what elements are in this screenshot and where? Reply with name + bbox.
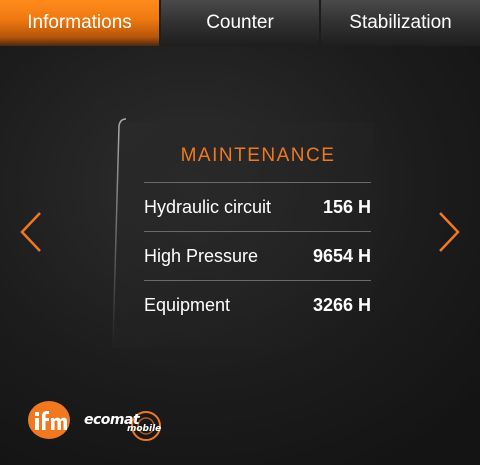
list-item: Hydraulic circuit 156 H — [144, 182, 371, 231]
tab-bar: Informations Counter Stabilization — [0, 0, 480, 46]
list-item: Equipment 3266 H — [144, 280, 371, 330]
next-page-button[interactable] — [436, 210, 462, 254]
row-label: High Pressure — [144, 245, 259, 266]
row-label: Equipment — [144, 295, 231, 315]
ecomat-mobile-logo: ecomat mobile — [84, 406, 170, 446]
prev-page-button[interactable] — [18, 210, 44, 254]
row-value: 156 H — [322, 196, 371, 217]
row-label: Hydraulic circuit — [144, 196, 272, 217]
tab-label: Stabilization — [349, 12, 452, 33]
tab-label: Informations — [27, 12, 132, 33]
tab-informations[interactable]: Informations — [0, 0, 159, 46]
chevron-left-icon — [20, 212, 41, 252]
list-item: High Pressure 9654 H — [144, 231, 371, 280]
tab-label: Counter — [206, 12, 274, 33]
chevron-right-icon — [439, 212, 460, 252]
tab-stabilization[interactable]: Stabilization — [321, 0, 480, 46]
row-value: 9654 H — [312, 245, 371, 266]
ifm-logo — [27, 400, 71, 440]
panel-title: MAINTENANCE — [180, 145, 336, 166]
row-value: 3266 H — [312, 295, 371, 315]
tab-counter[interactable]: Counter — [161, 0, 319, 46]
ecomat-sub-text: mobile — [127, 424, 162, 434]
